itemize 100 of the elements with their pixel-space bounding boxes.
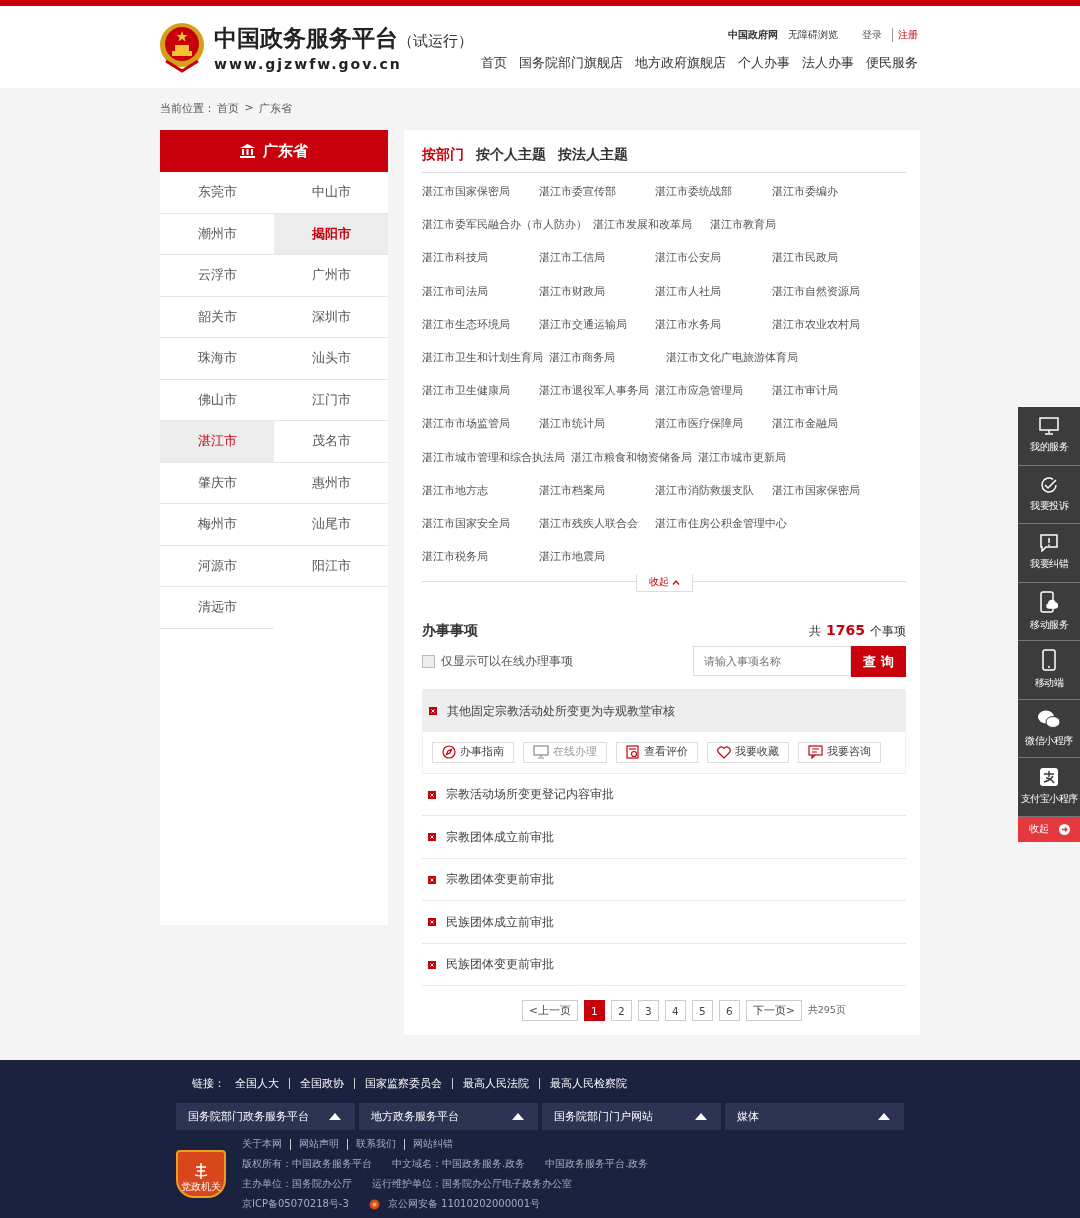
footer-link[interactable]: 最高人民检察院 (550, 1076, 627, 1091)
site-link[interactable]: 网站声明 (299, 1137, 339, 1151)
page-button[interactable]: 5 (691, 1000, 713, 1022)
department-link[interactable]: 湛江市人社局 (655, 274, 772, 308)
page-button[interactable]: 6 (718, 1000, 740, 1022)
register-link[interactable]: 注册 (892, 28, 918, 42)
footer-link[interactable]: 全国政协 (300, 1076, 344, 1091)
department-link[interactable]: 湛江市水务局 (655, 307, 772, 341)
nav-link[interactable]: 便民服务 (866, 54, 918, 72)
city-item[interactable]: 揭阳市 (274, 213, 388, 255)
department-link[interactable]: 湛江市城市更新局 (698, 440, 815, 474)
department-link[interactable]: 湛江市委编办 (771, 175, 888, 209)
side-collapse-button[interactable]: 收起 (1018, 816, 1080, 842)
side-service-button[interactable]: 移动端 (1018, 641, 1080, 700)
city-item[interactable]: 东莞市 (160, 172, 274, 214)
department-link[interactable]: 湛江市审计局 (771, 374, 888, 408)
city-item[interactable]: 云浮市 (160, 255, 274, 297)
department-link[interactable]: 湛江市卫生健康局 (422, 374, 539, 408)
department-link[interactable]: 湛江市粮食和物资储备局 (571, 440, 698, 474)
online-only-checkbox[interactable]: 仅显示可以在线办理事项 (422, 654, 573, 670)
department-link[interactable]: 湛江市国家保密局 (422, 175, 539, 209)
prev-page-button[interactable]: <上一页 (522, 1000, 578, 1022)
nav-link[interactable]: 法人办事 (802, 54, 854, 72)
department-link[interactable]: 湛江市税务局 (422, 540, 539, 574)
department-link[interactable]: 湛江市交通运输局 (538, 307, 655, 341)
page-button[interactable]: 1 (583, 1000, 605, 1022)
collapse-button[interactable]: 收起 (635, 574, 693, 593)
department-link[interactable]: 湛江市国家安全局 (422, 506, 539, 541)
action-button[interactable]: 查看评价 (616, 741, 698, 763)
tab[interactable]: 按部门 (422, 146, 464, 164)
department-link[interactable]: 湛江市文化广电旅游体育局 (665, 340, 804, 375)
city-item[interactable]: 汕尾市 (274, 504, 388, 546)
department-link[interactable]: 湛江市农业农村局 (771, 307, 888, 341)
city-item[interactable]: 深圳市 (274, 296, 388, 338)
breadcrumb-link[interactable]: 首页 (217, 101, 239, 116)
department-link[interactable]: 湛江市工信局 (538, 241, 655, 275)
department-link[interactable]: 湛江市财政局 (538, 274, 655, 308)
top-link[interactable]: 无障碍浏览 (788, 28, 838, 42)
department-link[interactable]: 湛江市退役军人事务局 (538, 374, 655, 408)
side-service-button[interactable]: 移动服务 (1018, 582, 1080, 641)
side-service-button[interactable]: 我要纠错 (1018, 524, 1080, 583)
matter-row[interactable]: 宗教团体成立前审批 (422, 816, 906, 859)
city-item[interactable]: 惠州市 (274, 462, 388, 504)
top-link[interactable]: 中国政府网 (728, 28, 778, 42)
nav-link[interactable]: 国务院部门旗舰店 (519, 54, 623, 72)
checkbox-square[interactable] (422, 655, 435, 669)
department-link[interactable]: 湛江市卫生和计划生育局 (422, 340, 549, 375)
site-link[interactable]: 网站纠错 (413, 1137, 453, 1151)
department-link[interactable]: 湛江市统计局 (538, 407, 655, 441)
footer-link[interactable]: 全国人大 (235, 1076, 279, 1091)
page-button[interactable]: 4 (664, 1000, 686, 1022)
department-link[interactable]: 湛江市档案局 (538, 473, 655, 507)
department-link[interactable]: 湛江市委宣传部 (538, 175, 655, 209)
city-item[interactable]: 汕头市 (274, 338, 388, 380)
department-link[interactable]: 湛江市地震局 (538, 540, 655, 574)
department-link[interactable]: 湛江市地方志 (422, 473, 539, 507)
login-link[interactable]: 登录 (862, 28, 882, 42)
footer-dropdown[interactable]: 地方政务服务平台 (359, 1103, 538, 1130)
footer-dropdown[interactable]: 国务院部门政务服务平台 (176, 1103, 355, 1130)
city-item[interactable]: 韶关市 (160, 296, 274, 338)
department-link[interactable]: 湛江市委统战部 (655, 175, 772, 209)
city-item[interactable]: 清远市 (160, 587, 274, 629)
city-item[interactable]: 江门市 (274, 379, 388, 421)
side-service-button[interactable]: 支付宝小程序 (1018, 758, 1080, 817)
department-link[interactable]: 湛江市教育局 (709, 208, 826, 242)
nav-link[interactable]: 首页 (481, 54, 507, 72)
department-link[interactable]: 湛江市公安局 (655, 241, 772, 275)
matter-row[interactable]: 宗教活动场所变更登记内容审批 (422, 773, 906, 817)
party-government-badge[interactable]: 党政机关 (176, 1150, 226, 1198)
city-item[interactable]: 广州市 (274, 255, 388, 297)
department-link[interactable]: 湛江市商务局 (549, 340, 666, 375)
tab[interactable]: 按个人主题 (476, 146, 546, 164)
side-service-button[interactable]: 我要投诉 (1018, 465, 1080, 524)
department-link[interactable]: 湛江市医疗保障局 (655, 407, 772, 441)
action-button[interactable]: 我要收藏 (707, 741, 789, 763)
matter-row[interactable]: 民族团体成立前审批 (422, 901, 906, 944)
footer-dropdown[interactable]: 媒体 (725, 1103, 904, 1130)
city-item[interactable]: 梅州市 (160, 504, 274, 546)
footer-link[interactable]: 最高人民法院 (463, 1076, 529, 1091)
city-item[interactable]: 肇庆市 (160, 462, 274, 504)
department-link[interactable]: 湛江市司法局 (422, 274, 539, 308)
search-button[interactable]: 查 询 (851, 646, 906, 678)
department-link[interactable]: 湛江市自然资源局 (771, 274, 888, 308)
department-link[interactable]: 湛江市城市管理和综合执法局 (422, 440, 571, 474)
side-service-button[interactable]: 我的服务 (1018, 407, 1080, 466)
department-link[interactable]: 湛江市生态环境局 (422, 307, 539, 341)
footer-dropdown[interactable]: 国务院部门门户网站 (542, 1103, 721, 1130)
department-link[interactable]: 湛江市委军民融合办（市人防办） (422, 208, 593, 242)
nav-link[interactable]: 地方政府旗舰店 (635, 54, 726, 72)
action-button[interactable]: 我要咨询 (798, 741, 881, 763)
side-service-button[interactable]: 微信小程序 (1018, 699, 1080, 758)
department-link[interactable]: 湛江市科技局 (422, 241, 539, 275)
city-item[interactable]: 阳江市 (274, 545, 388, 587)
city-item[interactable]: 河源市 (160, 545, 274, 587)
department-link[interactable]: 湛江市国家保密局 (771, 473, 888, 507)
page-button[interactable]: 2 (610, 1000, 632, 1022)
action-button[interactable]: 办事指南 (432, 741, 514, 763)
department-link[interactable]: 湛江市发展和改革局 (593, 208, 710, 242)
search-field[interactable]: 请输入事项名称 (693, 646, 851, 677)
footer-link[interactable]: 国家监察委员会 (365, 1076, 442, 1091)
